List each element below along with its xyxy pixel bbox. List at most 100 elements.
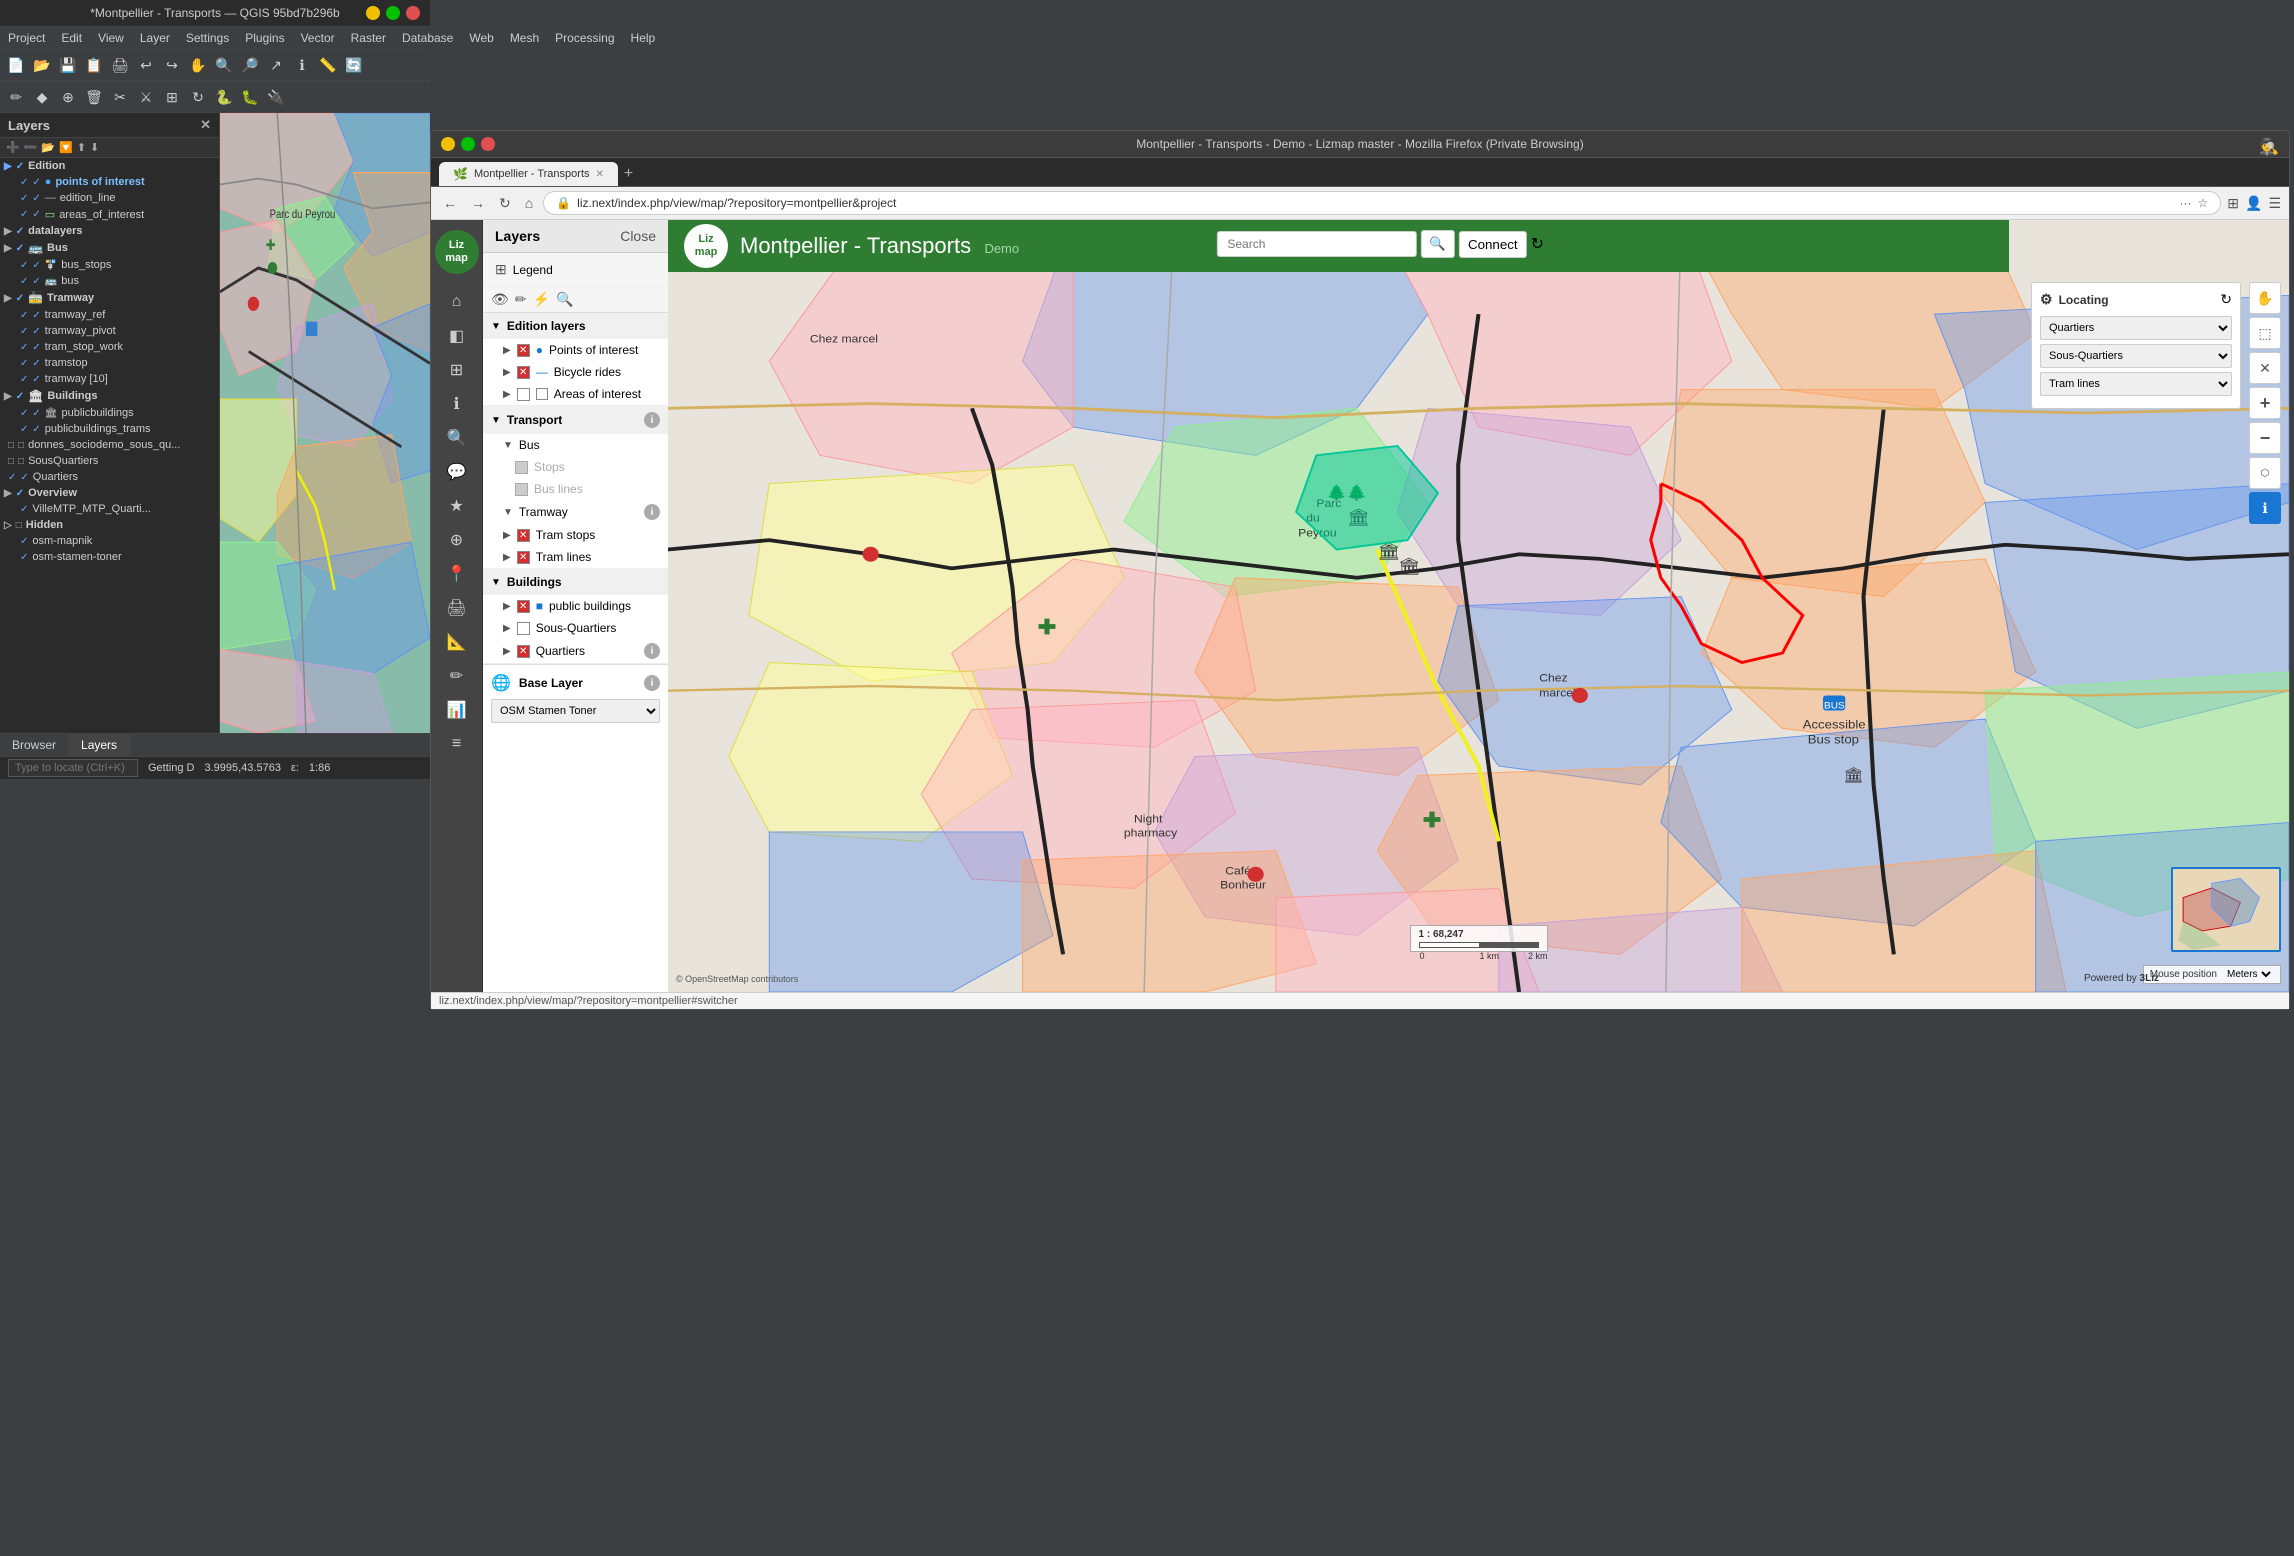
cross-tool-btn[interactable]: ✕	[2249, 352, 2281, 384]
tool-measure[interactable]: 📏	[316, 53, 340, 77]
qgis-close-btn[interactable]	[406, 6, 420, 20]
layer-group-buildings[interactable]: ▶ ✓ 🏛 Buildings	[0, 387, 219, 405]
map-area[interactable]: Chez marcel Chez marcel Parc du Peyrou N…	[668, 220, 2289, 992]
checkbox-tram-stops[interactable]: ✕	[517, 529, 530, 542]
tram-lines-select[interactable]: Tram lines	[2040, 372, 2232, 396]
layer-remove-icon[interactable]: ➖	[24, 141, 38, 154]
checkbox-points-of-interest[interactable]: ✕	[517, 344, 530, 357]
transport-header[interactable]: ▼ Transport i	[483, 406, 668, 434]
tool-identify[interactable]: ℹ	[290, 53, 314, 77]
tool-plugin[interactable]: 🔌	[264, 85, 288, 109]
qgis-minimize-btn[interactable]	[366, 6, 380, 20]
base-layer-select[interactable]: OSM Stamen Toner OSM Mapnik Empty	[491, 699, 660, 723]
eye-icon[interactable]: 👁	[491, 291, 509, 308]
layer-down-icon[interactable]: ⬇	[90, 141, 99, 154]
tool-save[interactable]: 💾	[56, 53, 80, 77]
tramway-info-icon[interactable]: i	[644, 504, 660, 520]
layer-item-bus-group[interactable]: ▼ Bus	[483, 434, 668, 456]
refresh-btn[interactable]: ↻	[495, 193, 515, 214]
tool-measure2[interactable]: 📐	[439, 626, 475, 658]
tool-undo[interactable]: ↩	[134, 53, 158, 77]
layer-item-stops[interactable]: Stops	[483, 456, 668, 478]
connect-btn[interactable]: Connect	[1459, 231, 1527, 258]
tool-split[interactable]: ⚔	[134, 85, 158, 109]
zoom-out-btn[interactable]: −	[2249, 422, 2281, 454]
tool-cut[interactable]: ✂	[108, 85, 132, 109]
layer-publicbuildings[interactable]: ✓ ✓ 🏛 publicbuildings	[0, 405, 219, 421]
checkbox-bicycle-rides[interactable]: ✕	[517, 366, 530, 379]
quartiers-info-icon[interactable]: i	[644, 643, 660, 659]
layer-points-of-interest[interactable]: ✓ ✓ ● points of interest	[0, 174, 219, 190]
layer-add-icon[interactable]: ➕	[6, 141, 20, 154]
locate-input[interactable]	[8, 759, 138, 777]
layer-bus-stops[interactable]: ✓ ✓ 🚏 bus_stops	[0, 257, 219, 273]
layer-donnes-sociodemo[interactable]: □ □ donnes_sociodemo_sous_qu...	[0, 437, 219, 453]
base-layer-info-icon[interactable]: i	[644, 675, 660, 691]
tool-zoom-out[interactable]: 🔎	[238, 53, 262, 77]
map-search-input[interactable]	[1216, 231, 1416, 257]
new-tab-btn[interactable]: +	[624, 165, 633, 183]
tool-print[interactable]: 🖨	[108, 53, 132, 77]
layer-open-icon[interactable]: 📂	[41, 141, 55, 154]
tool-edit[interactable]: ✏	[439, 660, 475, 692]
zoom-in-btn[interactable]: +	[2249, 387, 2281, 419]
identify-btn[interactable]: ℹ	[2249, 492, 2281, 524]
checkbox-sous-quartiers[interactable]	[517, 622, 530, 635]
bookmark-icon[interactable]: ☆	[2198, 196, 2209, 210]
qgis-map-canvas[interactable]: ✚ Parc du Peyrou	[220, 113, 430, 733]
layer-up-icon[interactable]: ⬆	[77, 141, 86, 154]
menu-edit[interactable]: Edit	[57, 29, 86, 47]
layer-group-edition[interactable]: ▶ ✓ Edition	[0, 158, 219, 174]
menu-plugins[interactable]: Plugins	[241, 29, 288, 47]
menu-mesh[interactable]: Mesh	[506, 29, 543, 47]
browser-tab-active[interactable]: 🌿 Montpellier - Transports ✕	[439, 162, 618, 186]
layer-villemtp[interactable]: ✓ VilleMTP_MTP_Quarti...	[0, 501, 219, 517]
layer-item-quartiers[interactable]: ▶ ✕ Quartiers i	[483, 639, 668, 663]
tool-redo[interactable]: ↪	[160, 53, 184, 77]
layer-tramway-ref[interactable]: ✓ ✓ tramway_ref	[0, 307, 219, 323]
layer-group-hidden[interactable]: ▷ □ Hidden	[0, 517, 219, 533]
tool-baselayers[interactable]: ⊞	[439, 354, 475, 386]
tool-layers[interactable]: ◧	[439, 320, 475, 352]
url-input[interactable]	[577, 196, 2173, 210]
address-bar[interactable]: 🔒 ··· ☆	[543, 191, 2221, 215]
quartiers-select[interactable]: Quartiers	[2040, 316, 2232, 340]
tool-list[interactable]: ≡	[439, 728, 475, 760]
extensions-icon[interactable]: ⊞	[2227, 195, 2239, 212]
tool-select[interactable]: ↗	[264, 53, 288, 77]
more-icon[interactable]: ···	[2180, 196, 2192, 210]
map-background[interactable]: Chez marcel Chez marcel Parc du Peyrou N…	[668, 220, 2289, 992]
menu-raster[interactable]: Raster	[347, 29, 390, 47]
checkbox-tram-lines[interactable]: ✕	[517, 551, 530, 564]
layer-osm-stamen-toner[interactable]: ✓ osm-stamen-toner	[0, 549, 219, 565]
layer-sous-quartiers[interactable]: □ □ SousQuartiers	[0, 453, 219, 469]
filter-icon[interactable]: ⚡	[533, 291, 550, 308]
menu-processing[interactable]: Processing	[551, 29, 618, 47]
layer-filter-icon[interactable]: 🔽	[59, 141, 73, 154]
menu-project[interactable]: Project	[4, 29, 49, 47]
legend-header[interactable]: ⊞ Legend	[483, 253, 668, 287]
layer-tram-stop-work[interactable]: ✓ ✓ tram_stop_work	[0, 339, 219, 355]
tool-debug[interactable]: 🐛	[238, 85, 262, 109]
browser-close-btn[interactable]	[481, 137, 495, 151]
layer-group-datalayers[interactable]: ▶ ✓ datalayers	[0, 223, 219, 239]
layer-osm-mapnik[interactable]: ✓ osm-mapnik	[0, 533, 219, 549]
tool-node[interactable]: ◆	[30, 85, 54, 109]
unit-select[interactable]: Meters	[2223, 968, 2274, 981]
layer-item-bicycle-rides[interactable]: ▶ ✕ — Bicycle rides	[483, 361, 668, 383]
home-btn[interactable]: ⌂	[521, 193, 537, 213]
tool-rotate[interactable]: ↻	[186, 85, 210, 109]
layer-item-public-buildings[interactable]: ▶ ✕ ■ public buildings	[483, 595, 668, 617]
layer-item-points-of-interest[interactable]: ▶ ✕ ● Points of interest	[483, 339, 668, 361]
menu-settings[interactable]: Settings	[182, 29, 233, 47]
layer-item-areas-of-interest[interactable]: ▶ Areas of interest	[483, 383, 668, 405]
close-icon[interactable]: ✕	[200, 117, 211, 133]
tool-location[interactable]: 📍	[439, 558, 475, 590]
tab-layers[interactable]: Layers	[69, 734, 130, 756]
menu-help[interactable]: Help	[627, 29, 660, 47]
tool-new[interactable]: 📄	[4, 53, 28, 77]
tool-refresh[interactable]: 🔄	[342, 53, 366, 77]
checkbox-areas-of-interest[interactable]	[517, 388, 530, 401]
sous-quartiers-select[interactable]: Sous-Quartiers	[2040, 344, 2232, 368]
checkbox-stops[interactable]	[515, 461, 528, 474]
